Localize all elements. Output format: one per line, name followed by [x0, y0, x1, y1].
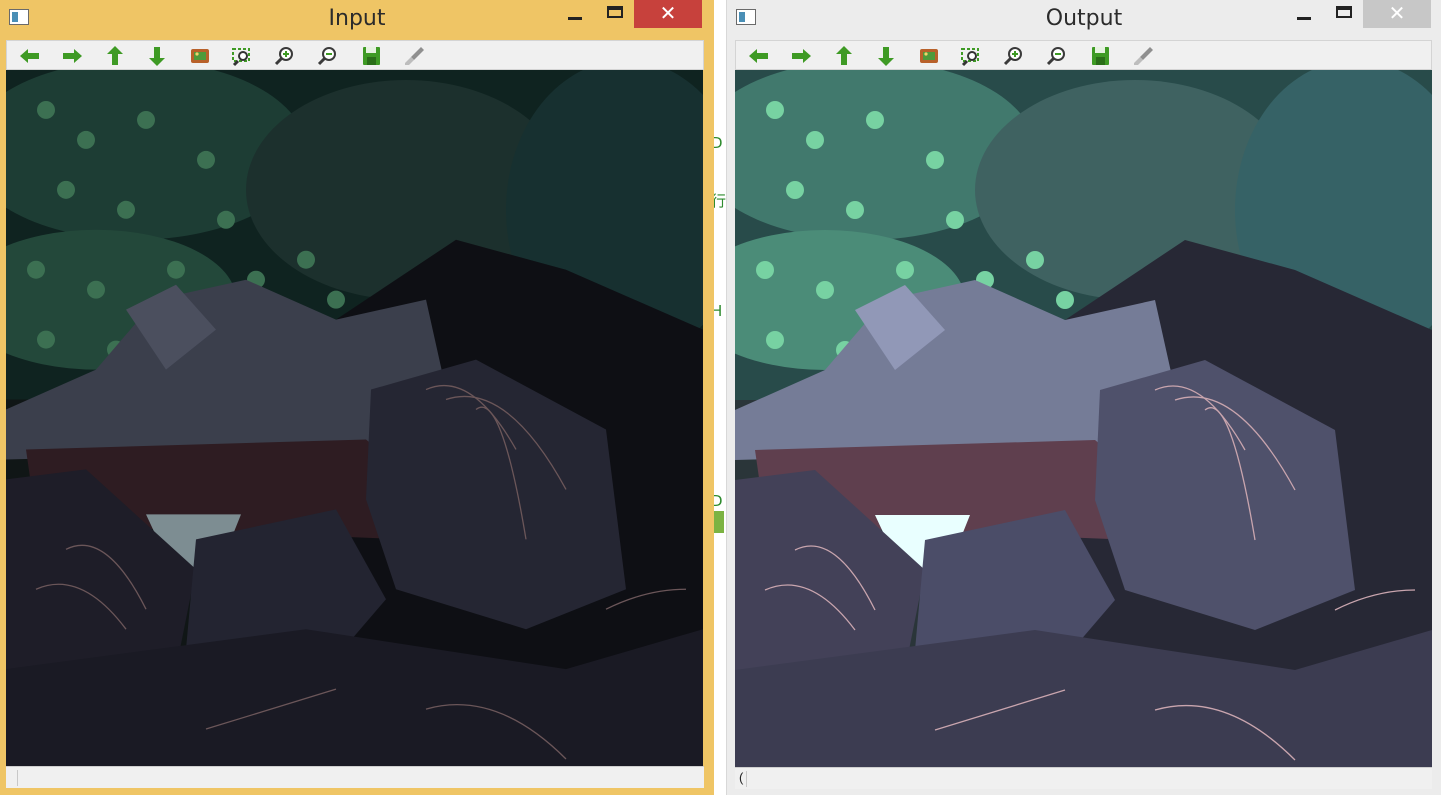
- properties-icon: [405, 47, 424, 65]
- zoom-out-button[interactable]: [1044, 44, 1070, 68]
- zoom-out-button[interactable]: [315, 44, 341, 68]
- properties-button[interactable]: [401, 44, 427, 68]
- save-icon: [363, 47, 380, 65]
- pan-right-icon: [792, 49, 811, 63]
- save-button[interactable]: [358, 44, 384, 68]
- image-viewport[interactable]: [735, 70, 1432, 767]
- status-separator: [746, 771, 747, 787]
- title-bar[interactable]: Input ✕: [0, 0, 714, 38]
- status-text: (: [739, 770, 744, 785]
- properties-button[interactable]: [1130, 44, 1156, 68]
- pan-down-button[interactable]: [144, 44, 170, 68]
- toolbar: [735, 40, 1432, 70]
- fit-image-icon: [191, 49, 209, 63]
- pan-down-icon: [149, 47, 165, 66]
- pan-left-icon: [749, 49, 768, 63]
- fit-image-icon: [920, 49, 938, 63]
- minimize-button[interactable]: [560, 0, 590, 28]
- zoom-in-icon: [1003, 47, 1022, 66]
- zoom-region-button[interactable]: [958, 44, 984, 68]
- status-bar: (: [735, 767, 1432, 789]
- pan-down-icon: [878, 47, 894, 66]
- status-bar: [6, 766, 704, 788]
- pan-right-button[interactable]: [788, 44, 814, 68]
- zoom-region-icon: [961, 48, 979, 67]
- pan-right-button[interactable]: [59, 44, 85, 68]
- zoom-in-button[interactable]: [1001, 44, 1027, 68]
- input-window[interactable]: Input ✕: [0, 0, 714, 795]
- pan-up-button[interactable]: [102, 44, 128, 68]
- title-bar[interactable]: Output ✕: [727, 0, 1441, 38]
- zoom-in-icon: [274, 47, 293, 66]
- pan-up-button[interactable]: [831, 44, 857, 68]
- toolbar: [6, 40, 704, 70]
- close-button[interactable]: ✕: [634, 0, 702, 28]
- pan-left-icon: [20, 49, 39, 63]
- save-icon: [1092, 47, 1109, 65]
- photo-image: [735, 70, 1432, 767]
- save-button[interactable]: [1087, 44, 1113, 68]
- pan-right-icon: [63, 49, 82, 63]
- image-viewport[interactable]: [6, 70, 703, 766]
- status-separator: [17, 770, 18, 786]
- pan-up-icon: [836, 46, 852, 65]
- zoom-out-icon: [1046, 47, 1065, 66]
- zoom-in-button[interactable]: [272, 44, 298, 68]
- photo-image: [6, 70, 703, 766]
- fit-image-button[interactable]: [187, 44, 213, 68]
- zoom-out-icon: [317, 47, 336, 66]
- zoom-region-icon: [232, 48, 250, 67]
- pan-up-icon: [107, 46, 123, 65]
- fit-image-button[interactable]: [916, 44, 942, 68]
- pan-left-button[interactable]: [17, 44, 43, 68]
- maximize-button[interactable]: [1329, 0, 1359, 28]
- pan-left-button[interactable]: [746, 44, 772, 68]
- properties-icon: [1134, 47, 1153, 65]
- maximize-button[interactable]: [600, 0, 630, 28]
- pan-down-button[interactable]: [873, 44, 899, 68]
- minimize-button[interactable]: [1289, 0, 1319, 28]
- zoom-region-button[interactable]: [229, 44, 255, 68]
- close-button[interactable]: ✕: [1363, 0, 1431, 28]
- output-window[interactable]: Output ✕ (: [726, 0, 1441, 795]
